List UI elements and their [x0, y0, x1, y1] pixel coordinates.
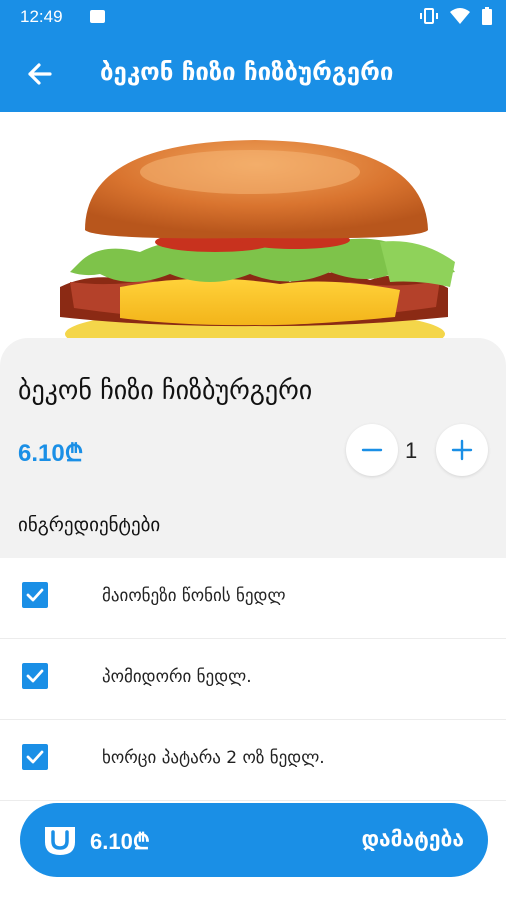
- battery-icon: [482, 7, 492, 25]
- back-button[interactable]: [22, 56, 58, 92]
- ingredient-row[interactable]: პომიდორი ნედლ.: [0, 639, 506, 720]
- ingredient-label: მაიონეზი წონის ნედლ: [102, 586, 286, 606]
- vibrate-icon: [420, 8, 438, 24]
- add-button-price: 6.10₾: [90, 829, 150, 854]
- plus-icon: [451, 439, 473, 461]
- ingredient-label: პომიდორი ნედლ.: [102, 667, 252, 687]
- ingredient-checkbox[interactable]: [22, 744, 48, 770]
- check-icon: [26, 669, 44, 683]
- product-name: ბეკონ ჩიზი ჩიზბურგერი: [18, 376, 313, 406]
- wifi-icon: [450, 8, 470, 24]
- ingredient-row[interactable]: მაიონეზი წონის ნედლ: [0, 558, 506, 639]
- quantity-value: 1: [405, 438, 418, 463]
- decrease-quantity-button[interactable]: [346, 424, 398, 476]
- increase-quantity-button[interactable]: [436, 424, 488, 476]
- ingredient-row[interactable]: ხორცი პატარა 2 ოზ ნედლ.: [0, 720, 506, 801]
- ingredients-title: ინგრედიენტები: [18, 514, 161, 536]
- ingredient-checkbox[interactable]: [22, 663, 48, 689]
- ingredient-checkbox[interactable]: [22, 582, 48, 608]
- gallery-notification-icon: [90, 10, 105, 23]
- arrow-back-icon: [28, 63, 52, 85]
- ingredient-label: ხორცი პატარა 2 ოზ ნედლ.: [102, 748, 325, 768]
- product-card: ბეკონ ჩიზი ჩიზბურგერი 6.10₾ 1 ინგრედიენტ…: [0, 338, 506, 560]
- check-icon: [26, 588, 44, 602]
- status-bar: 12:49: [0, 0, 506, 34]
- burger-image: [60, 140, 455, 348]
- minus-icon: [361, 448, 383, 452]
- status-icons: [420, 7, 492, 25]
- app-bar: ბეკონ ჩიზი ჩიზბურგერი: [0, 34, 506, 112]
- basket-icon: [45, 827, 75, 855]
- product-price: 6.10₾: [18, 440, 84, 467]
- check-icon: [26, 750, 44, 764]
- add-button-label: დამატება: [361, 827, 464, 851]
- status-time: 12:49: [20, 7, 63, 26]
- page-title: ბეკონ ჩიზი ჩიზბურგერი: [100, 58, 394, 86]
- product-image: [0, 112, 506, 348]
- add-to-cart-button[interactable]: 6.10₾ დამატება: [20, 803, 488, 877]
